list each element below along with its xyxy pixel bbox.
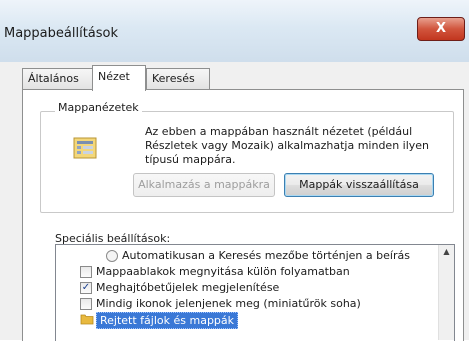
- checkbox-checked[interactable]: ✓: [80, 282, 92, 294]
- folder-views-legend: Mappanézetek: [55, 101, 142, 114]
- tab-view[interactable]: Nézet: [92, 65, 146, 91]
- list-item-label: Automatikusan a Keresés mezőbe történjen…: [122, 249, 410, 262]
- list-item-label: Meghajtóbetűjelek megjelenítése: [96, 281, 280, 294]
- close-button[interactable]: X: [417, 17, 465, 41]
- folder-icon: [80, 313, 94, 329]
- checkbox[interactable]: [80, 266, 92, 278]
- list-item-label: Mappaablakok megnyitása külön folyamatba…: [96, 265, 350, 278]
- advanced-settings-list[interactable]: Automatikusan a Keresés mezőbe történjen…: [55, 244, 455, 341]
- list-item-label: Mindig ikonok jelenjenek meg (miniatűrök…: [96, 297, 361, 310]
- window-title: Mappabeállítások: [4, 26, 119, 41]
- radio-button[interactable]: [106, 250, 118, 262]
- tab-search[interactable]: Keresés: [146, 68, 210, 89]
- reset-folders-button[interactable]: Mappák visszaállítása: [284, 173, 434, 197]
- folder-views-description: Az ebben a mappában használt nézetet (pé…: [145, 125, 430, 166]
- list-scrollbar[interactable]: ▲: [438, 245, 454, 340]
- tab-general[interactable]: Általános: [22, 68, 94, 89]
- apply-to-folders-button[interactable]: Alkalmazás a mappákra: [133, 173, 275, 197]
- folder-view-icon: [72, 136, 98, 160]
- list-item-label: Rejtett fájlok és mappák: [96, 312, 239, 329]
- close-icon: X: [435, 21, 447, 36]
- checkbox[interactable]: [80, 298, 92, 310]
- scroll-up-arrow-icon[interactable]: ▲: [439, 247, 454, 256]
- title-bar: Mappabeállítások X: [0, 0, 469, 62]
